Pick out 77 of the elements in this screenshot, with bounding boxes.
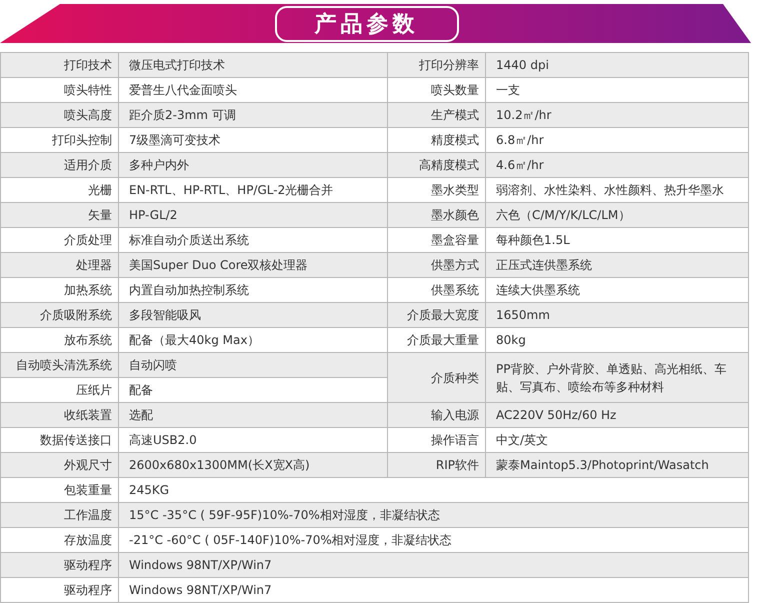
- spec-label: 打印技术: [0, 52, 118, 78]
- spec-value: 15°C -35°C ( 59F-95F)10%-70%相对湿度，非凝结状态: [118, 502, 748, 528]
- spec-label: 操作语言: [388, 428, 486, 452]
- spec-value: 六色（C/M/Y/K/LC/LM）: [486, 202, 748, 228]
- spec-value: 6.8㎡/hr: [486, 128, 748, 152]
- spec-label: 加热系统: [0, 278, 118, 302]
- spec-value: 1650mm: [486, 302, 748, 328]
- spec-label: 打印分辨率: [388, 52, 486, 78]
- spec-value: 美国Super Duo Core双核处理器: [118, 252, 388, 278]
- spec-value: 1440 dpi: [486, 52, 748, 78]
- spec-label: 喷头高度: [0, 102, 118, 128]
- spec-label: 墨水类型: [388, 178, 486, 202]
- spec-label: 适用介质: [0, 152, 118, 178]
- spec-value: 高速USB2.0: [118, 428, 388, 452]
- spec-value: 每种颜色1.5L: [486, 228, 748, 252]
- spec-label: 生产模式: [388, 102, 486, 128]
- spec-value: Windows 98NT/XP/Win7: [118, 552, 748, 578]
- spec-value: 距介质2-3mm 可调: [118, 102, 388, 128]
- spec-value: 中文/英文: [486, 428, 748, 452]
- spec-value: 10.2㎡/hr: [486, 102, 748, 128]
- spec-label: 处理器: [0, 252, 118, 278]
- spec-label: RIP软件: [388, 452, 486, 478]
- spec-label: 光栅: [0, 178, 118, 202]
- spec-value: 多种户内外: [118, 152, 388, 178]
- spec-label: 介质种类: [388, 352, 486, 402]
- spec-value: -21°C -60°C ( 05F-140F)10%-70%相对湿度，非凝结状态: [118, 528, 748, 552]
- spec-value: HP-GL/2: [118, 202, 388, 228]
- spec-label: 喷头特性: [0, 78, 118, 102]
- spec-label: 工作温度: [0, 502, 118, 528]
- spec-value: 自动闪喷: [118, 352, 388, 378]
- spec-value: 微压电式打印技术: [118, 52, 388, 78]
- spec-label: 介质吸附系统: [0, 302, 118, 328]
- spec-label: 供墨系统: [388, 278, 486, 302]
- spec-value: 选配: [118, 402, 388, 428]
- spec-value: 配备（最大40kg Max）: [118, 328, 388, 352]
- spec-value: 内置自动加热控制系统: [118, 278, 388, 302]
- spec-value: 弱溶剂、水性染料、水性颜料、热升华墨水: [486, 178, 748, 202]
- spec-label: 介质处理: [0, 228, 118, 252]
- spec-label: 介质最大宽度: [388, 302, 486, 328]
- spec-value: 80kg: [486, 328, 748, 352]
- spec-label: 压纸片: [0, 378, 118, 402]
- spec-value: EN-RTL、HP-RTL、HP/GL-2光栅合并: [118, 178, 388, 202]
- spec-value: 爱普生八代金面喷头: [118, 78, 388, 102]
- spec-value: 一支: [486, 78, 748, 102]
- spec-label: 存放温度: [0, 528, 118, 552]
- spec-label: 外观尺寸: [0, 452, 118, 478]
- spec-value: 多段智能吸风: [118, 302, 388, 328]
- spec-value: PP背胶、户外背胶、单透贴、高光相纸、车贴、写真布、喷绘布等多种材料: [486, 352, 748, 402]
- spec-label: 墨水颜色: [388, 202, 486, 228]
- spec-label: 放布系统: [0, 328, 118, 352]
- spec-label: 自动喷头清洗系统: [0, 352, 118, 378]
- spec-value: 配备: [118, 378, 388, 402]
- page-title: 产品参数: [274, 6, 458, 42]
- spec-label: 收纸装置: [0, 402, 118, 428]
- spec-value: 7级墨滴可变技术: [118, 128, 388, 152]
- spec-label: 输入电源: [388, 402, 486, 428]
- spec-label: 包装重量: [0, 478, 118, 502]
- spec-label: 墨盒容量: [388, 228, 486, 252]
- spec-label: 打印头控制: [0, 128, 118, 152]
- spec-label: 驱动程序: [0, 552, 118, 578]
- spec-label: 数据传送接口: [0, 428, 118, 452]
- spec-value: 正压式连供墨系统: [486, 252, 748, 278]
- spec-value: 蒙泰Maintop5.3/Photoprint/Wasatch: [486, 452, 748, 478]
- spec-label: 高精度模式: [388, 152, 486, 178]
- spec-label: 喷头数量: [388, 78, 486, 102]
- spec-value: 连续大供墨系统: [486, 278, 748, 302]
- spec-value: 245KG: [118, 478, 748, 502]
- spec-label: 供墨方式: [388, 252, 486, 278]
- spec-value: Windows 98NT/XP/Win7: [118, 578, 748, 602]
- spec-value: 4.6㎡/hr: [486, 152, 748, 178]
- spec-label: 介质最大重量: [388, 328, 486, 352]
- spec-value: AC220V 50Hz/60 Hz: [486, 402, 748, 428]
- spec-value: 2600x680x1300MM(长X宽X高): [118, 452, 388, 478]
- spec-label: 精度模式: [388, 128, 486, 152]
- spec-label: 矢量: [0, 202, 118, 228]
- spec-value: 标准自动介质送出系统: [118, 228, 388, 252]
- spec-label: 驱动程序: [0, 578, 118, 602]
